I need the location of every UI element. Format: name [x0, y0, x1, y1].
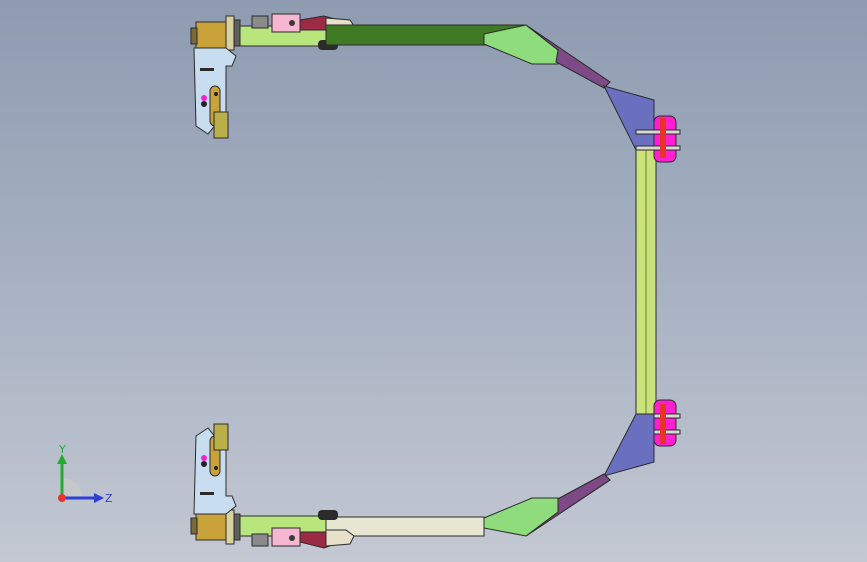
top-red-pin [660, 118, 666, 158]
bottom-fitting [251, 533, 269, 547]
top-bracket-foot [213, 111, 229, 139]
bottom-end-cap [190, 517, 198, 535]
top-corner-blue [603, 85, 655, 151]
cad-graphics-viewport[interactable]: Y Z [0, 0, 867, 562]
bottom-bracket-pin [201, 455, 207, 461]
bottom-bracket-bolt-2 [214, 466, 218, 470]
bottom-pink-block [271, 527, 301, 547]
bottom-arm-assembly[interactable] [190, 413, 655, 549]
top-bracket-pin [201, 95, 207, 101]
top-end-cap [190, 27, 198, 45]
bottom-vertical-bracket[interactable] [193, 423, 237, 515]
top-fitting [251, 15, 269, 29]
top-arm-assembly[interactable] [190, 13, 655, 151]
triad-origin [58, 494, 66, 502]
bottom-clamp-jaw [325, 529, 355, 547]
bottom-pink-block-bolt [289, 535, 295, 541]
bottom-flange-2 [233, 513, 241, 541]
y-axis-label: Y [58, 443, 66, 456]
top-flange-2 [233, 19, 241, 47]
top-end-cylinder [195, 21, 227, 49]
bottom-top-nub [318, 510, 338, 520]
bottom-red-pin [660, 404, 666, 444]
top-pink-block [271, 13, 301, 33]
top-bracket-bolt [201, 101, 207, 107]
u-frame-assembly-model[interactable] [0, 0, 867, 562]
bottom-flange-1 [225, 509, 235, 545]
coordinate-axis-triad-icon: Y Z [57, 443, 113, 505]
top-bracket-bolt-2 [214, 92, 218, 96]
top-pink-block-bolt [289, 20, 295, 26]
bottom-end-cylinder [195, 513, 227, 541]
bottom-bracket-slot [200, 492, 214, 495]
top-flange-1 [225, 15, 235, 51]
top-bracket-slot [200, 68, 214, 71]
bottom-corner-blue [603, 413, 655, 477]
bottom-bracket-bolt [201, 461, 207, 467]
top-vertical-bracket[interactable] [193, 47, 237, 139]
bottom-transition-light-green [483, 497, 559, 537]
z-axis-label: Z [105, 492, 113, 505]
right-rail-assembly[interactable] [635, 115, 681, 447]
z-axis-arrow [94, 493, 104, 503]
bottom-bracket-foot [213, 423, 229, 451]
top-clamp-bolt-2 [635, 145, 681, 151]
triad-quarter-disc [62, 478, 82, 498]
top-clamp-bolt-1 [635, 129, 681, 135]
